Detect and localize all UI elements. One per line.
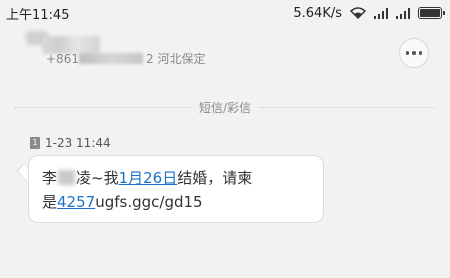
message-text: 是 bbox=[42, 193, 58, 211]
message-timestamp-row: 1 1-23 11:44 bbox=[30, 136, 111, 150]
number-link[interactable]: 4257 bbox=[57, 193, 95, 211]
status-bar: 上午11:45 5.64K/s bbox=[0, 0, 450, 26]
contact-number: +861 2 河北保定 bbox=[46, 50, 205, 67]
message-text: 李 bbox=[42, 169, 58, 187]
message-text: ugfs.ggc/gd15 bbox=[95, 193, 203, 211]
date-link[interactable]: 1月26日 bbox=[119, 169, 178, 187]
number-suffix: 2 bbox=[145, 52, 154, 66]
message-line-2: 是4257ugfs.ggc/gd15 bbox=[42, 190, 311, 214]
divider-label: 短信/彩信 bbox=[190, 98, 260, 116]
number-redacted bbox=[78, 53, 143, 64]
battery-level bbox=[420, 9, 440, 17]
more-dot-icon bbox=[412, 51, 416, 55]
more-options-button[interactable] bbox=[399, 38, 429, 68]
number-prefix: +861 bbox=[46, 52, 79, 66]
status-indicators: 5.64K/s bbox=[293, 5, 445, 21]
message-line-1: 李凌~我1月26日结婚，请柬 bbox=[42, 166, 311, 190]
message-bubble[interactable]: 李凌~我1月26日结婚，请柬 是4257ugfs.ggc/gd15 bbox=[28, 155, 324, 223]
battery-icon bbox=[418, 7, 445, 19]
signal-icon bbox=[396, 7, 410, 19]
more-dot-icon bbox=[405, 51, 410, 55]
message-timestamp: 1-23 11:44 bbox=[45, 136, 111, 150]
sim-card-icon: 1 bbox=[30, 137, 40, 149]
signal-icon bbox=[374, 7, 388, 19]
wifi-icon bbox=[350, 7, 366, 19]
more-dot-icon bbox=[418, 51, 423, 55]
network-speed: 5.64K/s bbox=[293, 5, 342, 21]
message-text: 凌~我 bbox=[76, 169, 119, 187]
message-text: 结婚，请柬 bbox=[177, 169, 253, 187]
message-type-divider: 短信/彩信 bbox=[0, 98, 450, 116]
name-redacted bbox=[58, 170, 76, 185]
conversation-header: +861 2 河北保定 bbox=[0, 26, 450, 84]
contact-location: 河北保定 bbox=[157, 52, 206, 66]
status-time: 上午11:45 bbox=[6, 7, 70, 23]
